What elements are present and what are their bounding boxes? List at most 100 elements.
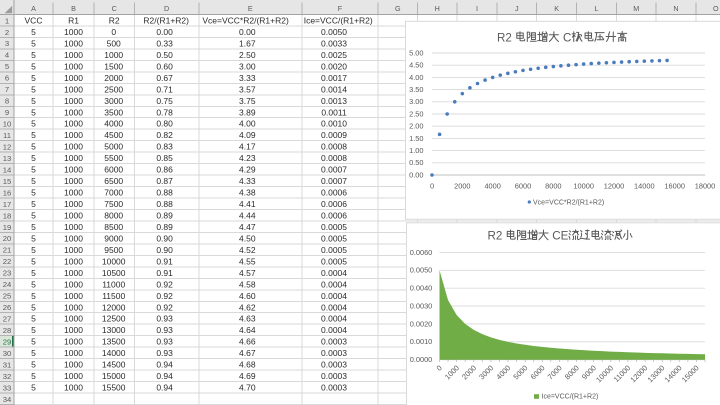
svg-text:1.00: 1.00	[409, 146, 423, 155]
svg-text:0.94: 0.94	[156, 383, 173, 393]
svg-text:1000: 1000	[64, 279, 83, 289]
svg-text:27: 27	[3, 315, 12, 324]
svg-text:1000: 1000	[64, 130, 83, 140]
svg-text:5: 5	[31, 348, 36, 358]
svg-text:15000: 15000	[102, 371, 126, 381]
svg-text:0.0005: 0.0005	[321, 245, 347, 255]
svg-text:0.87: 0.87	[156, 176, 173, 186]
svg-text:5: 5	[31, 176, 36, 186]
svg-text:20: 20	[3, 234, 12, 243]
svg-text:7000: 7000	[104, 188, 123, 198]
svg-text:5: 5	[31, 279, 36, 289]
svg-text:4.67: 4.67	[239, 348, 256, 358]
svg-text:15: 15	[3, 177, 12, 186]
svg-text:4.69: 4.69	[239, 371, 256, 381]
svg-text:1000: 1000	[64, 371, 83, 381]
svg-text:6: 6	[5, 74, 9, 83]
svg-text:5: 5	[5, 62, 9, 71]
svg-text:1000: 1000	[64, 360, 83, 370]
svg-text:1: 1	[5, 16, 9, 25]
svg-text:1000: 1000	[64, 107, 83, 117]
svg-text:1000: 1000	[64, 73, 83, 83]
svg-text:K: K	[554, 4, 559, 13]
svg-text:19: 19	[3, 223, 12, 232]
svg-text:4.09: 4.09	[239, 130, 256, 140]
svg-text:32: 32	[3, 372, 12, 381]
svg-text:0.0020: 0.0020	[410, 319, 433, 328]
svg-text:31: 31	[3, 360, 12, 369]
svg-text:21: 21	[3, 246, 12, 255]
svg-text:5: 5	[31, 107, 36, 117]
svg-text:4.23: 4.23	[239, 153, 256, 163]
svg-text:4.29: 4.29	[239, 165, 256, 175]
svg-text:5: 5	[31, 142, 36, 152]
svg-text:0.0050: 0.0050	[410, 266, 433, 275]
svg-text:0.86: 0.86	[156, 165, 173, 175]
svg-text:13: 13	[3, 154, 12, 163]
svg-text:0.90: 0.90	[156, 245, 173, 255]
svg-text:C: C	[563, 31, 571, 44]
svg-text:1000: 1000	[64, 96, 83, 106]
svg-text:0.92: 0.92	[156, 291, 173, 301]
svg-text:1000: 1000	[64, 165, 83, 175]
svg-text:5: 5	[31, 130, 36, 140]
svg-text:33: 33	[3, 383, 12, 392]
svg-text:2000: 2000	[104, 73, 123, 83]
svg-text:4.66: 4.66	[239, 337, 256, 347]
svg-text:2.00: 2.00	[409, 122, 423, 131]
svg-text:16000: 16000	[664, 181, 685, 190]
svg-text:5: 5	[31, 119, 36, 129]
svg-text:5: 5	[31, 165, 36, 175]
svg-text:5: 5	[31, 153, 36, 163]
svg-text:11500: 11500	[102, 291, 125, 301]
svg-text:1000: 1000	[64, 314, 83, 324]
svg-text:0.67: 0.67	[156, 73, 173, 83]
svg-text:1.67: 1.67	[239, 38, 256, 48]
svg-text:2: 2	[5, 28, 9, 37]
svg-text:5: 5	[31, 210, 36, 220]
svg-text:0.0007: 0.0007	[321, 165, 347, 175]
svg-text:5: 5	[31, 291, 36, 301]
svg-text:0.93: 0.93	[156, 337, 173, 347]
svg-text:0.82: 0.82	[156, 130, 173, 140]
svg-text:I: I	[476, 4, 478, 13]
svg-text:R2/(R1+R2): R2/(R1+R2)	[143, 16, 189, 26]
svg-text:L: L	[594, 4, 598, 13]
svg-text:0.0004: 0.0004	[321, 314, 347, 324]
svg-text:5: 5	[31, 302, 36, 312]
svg-text:0.0003: 0.0003	[321, 360, 347, 370]
svg-text:1000: 1000	[64, 153, 83, 163]
svg-text:0.0003: 0.0003	[321, 371, 347, 381]
svg-text:10: 10	[3, 120, 12, 129]
svg-text:12000: 12000	[604, 181, 625, 190]
svg-text:24: 24	[3, 280, 12, 289]
svg-text:4000: 4000	[484, 181, 500, 190]
svg-text:O: O	[713, 4, 719, 13]
svg-text:26: 26	[3, 303, 12, 312]
svg-text:0.89: 0.89	[156, 210, 173, 220]
svg-text:0.50: 0.50	[409, 158, 423, 167]
svg-text:1000: 1000	[64, 142, 83, 152]
svg-text:5.00: 5.00	[409, 48, 423, 57]
svg-text:15500: 15500	[102, 383, 126, 393]
svg-text:4.63: 4.63	[239, 314, 256, 324]
svg-text:1000: 1000	[64, 199, 83, 209]
svg-text:4.47: 4.47	[239, 222, 256, 232]
svg-text:1000: 1000	[64, 38, 83, 48]
svg-text:5: 5	[31, 233, 36, 243]
svg-text:14: 14	[3, 165, 12, 174]
svg-text:0.0011: 0.0011	[321, 107, 347, 117]
svg-text:E: E	[248, 4, 253, 13]
svg-text:0.75: 0.75	[156, 96, 173, 106]
svg-text:10000: 10000	[573, 181, 594, 190]
svg-text:1000: 1000	[64, 50, 83, 60]
svg-text:0.0009: 0.0009	[321, 130, 347, 140]
svg-text:J: J	[515, 4, 519, 13]
svg-text:6000: 6000	[515, 181, 531, 190]
svg-text:2.50: 2.50	[409, 109, 423, 118]
svg-text:4.60: 4.60	[239, 291, 256, 301]
svg-text:10000: 10000	[102, 256, 126, 266]
svg-text:1000: 1000	[64, 222, 83, 232]
svg-text:1000: 1000	[64, 291, 83, 301]
svg-text:3.00: 3.00	[239, 61, 256, 71]
